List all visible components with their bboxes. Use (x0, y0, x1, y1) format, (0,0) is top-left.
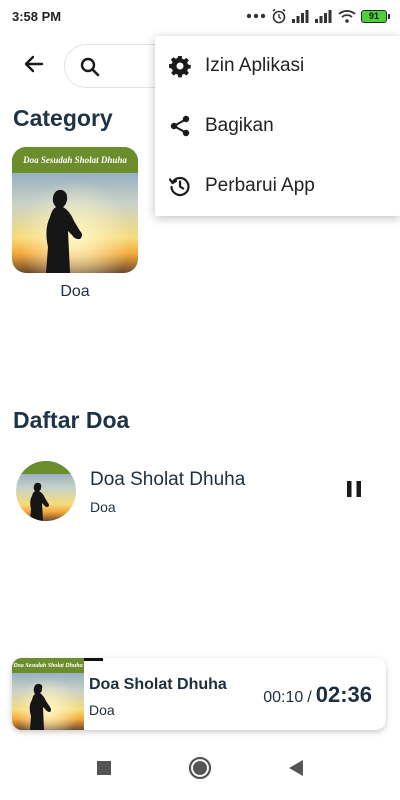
home-button[interactable] (185, 755, 215, 785)
system-nav-bar (0, 740, 400, 800)
pause-button[interactable] (336, 473, 372, 509)
player-subtitle: Doa (89, 702, 115, 718)
signal-icon (292, 9, 310, 23)
player-progress-bar (84, 658, 103, 661)
status-time: 3:58 PM (12, 8, 62, 24)
system-back-button[interactable] (281, 755, 311, 785)
signal-icon (315, 9, 333, 23)
item-subtitle: Doa (90, 499, 116, 515)
menu-item-bagikan[interactable]: Bagikan (155, 96, 400, 156)
menu-label: Perbarui App (205, 175, 315, 196)
list-heading: Daftar Doa (13, 407, 130, 433)
menu-item-perbarui-app[interactable]: Perbarui App (155, 156, 400, 216)
category-label: Doa (60, 283, 90, 300)
home-circle-icon (188, 756, 212, 785)
square-icon (96, 760, 112, 781)
category-thumbnail: Doa Sesudah Sholat Dhuha (12, 147, 138, 273)
dots-icon (246, 13, 266, 19)
category-card-doa[interactable]: Doa Sesudah Sholat Dhuha Doa (12, 147, 138, 301)
wifi-icon (338, 9, 356, 23)
player-title: Doa Sholat Dhuha (89, 676, 227, 693)
share-icon (167, 113, 193, 139)
battery-icon: 91 (361, 9, 390, 23)
player-banner: Doa Sesudah Sholat Dhuha (12, 658, 84, 674)
item-title: Doa Sholat Dhuha (90, 469, 246, 490)
back-triangle-icon (288, 759, 304, 782)
arrow-left-icon (22, 52, 46, 81)
player-total-time: 02:36 (315, 682, 372, 707)
battery-level: 91 (361, 9, 387, 23)
status-icons: 91 (246, 8, 390, 24)
search-icon (79, 56, 101, 83)
recents-button[interactable] (89, 755, 119, 785)
list-item[interactable]: Doa Sholat Dhuha Doa (0, 455, 400, 527)
player-thumbnail: Doa Sesudah Sholat Dhuha (12, 658, 84, 730)
mini-player[interactable]: Doa Sesudah Sholat Dhuha Doa Sholat Dhuh… (12, 658, 386, 730)
history-icon (167, 173, 193, 199)
category-banner: Doa Sesudah Sholat Dhuha (12, 147, 138, 174)
player-time-separator: / (307, 689, 312, 706)
category-heading: Category (13, 105, 113, 131)
menu-label: Izin Aplikasi (205, 55, 305, 76)
gear-icon (167, 53, 193, 79)
menu-label: Bagikan (205, 115, 274, 136)
menu-item-izin-aplikasi[interactable]: Izin Aplikasi (155, 36, 400, 96)
status-bar: 3:58 PM 91 (0, 0, 400, 32)
item-avatar (16, 461, 76, 521)
back-button[interactable] (16, 48, 52, 84)
player-current-time: 00:10 (263, 689, 304, 706)
overflow-menu: Izin Aplikasi Bagikan Perbarui App (155, 36, 400, 216)
player-time: 00:10 / 02:36 (263, 682, 372, 708)
alarm-icon (271, 8, 287, 24)
pause-icon (344, 479, 364, 504)
